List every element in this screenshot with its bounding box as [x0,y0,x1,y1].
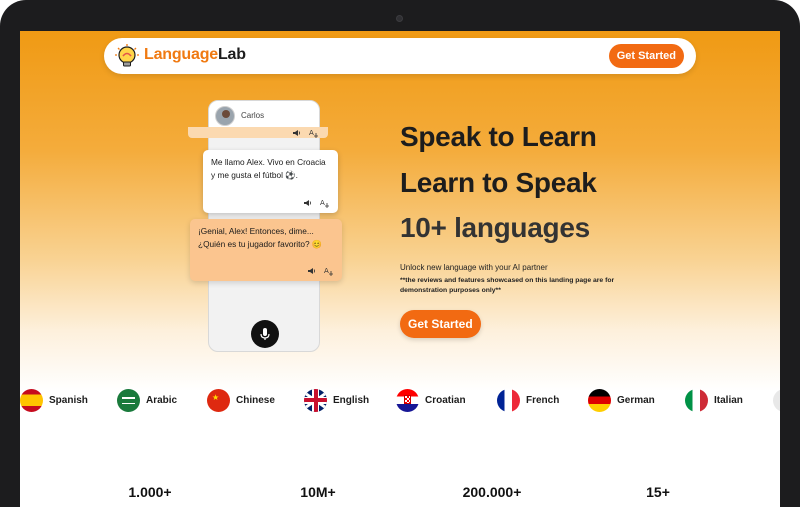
lightbulb-logo-icon [115,44,139,67]
language-name: French [526,394,560,406]
language-item-spanish[interactable]: Spanish [20,387,88,413]
top-navbar: LanguageLab Get Started [104,38,696,74]
avatar [215,106,235,126]
language-item-english[interactable]: English [304,387,369,413]
saudi-arabia-flag-icon [117,388,140,412]
hero-headline-1: Speak to Learn [400,121,597,152]
translate-icon[interactable]: A [320,198,330,208]
language-item-partial[interactable] [773,387,780,413]
france-flag-icon [497,388,520,412]
hero-disclaimer: **the reviews and features showcased on … [400,277,615,294]
brand-logo-text[interactable]: LanguageLab [144,46,246,64]
hero-get-started-button[interactable]: Get Started [400,310,481,338]
language-name: Arabic [146,394,178,406]
browser-screen: LanguageLab Get Started Carlos A Me llam… [20,31,780,507]
language-name: English [333,394,370,406]
strip-actions: A [292,128,319,138]
message-text: ¡Genial, Alex! Entonces, dime... ¿Quién … [198,226,323,249]
brand-name-part2: Lab [217,46,246,63]
microphone-icon [260,328,270,340]
germany-flag-icon [588,388,611,412]
translate-icon[interactable]: A [309,128,319,138]
language-item-french[interactable]: French [497,387,559,413]
language-name: Italian [714,394,743,406]
speaker-icon[interactable] [303,198,313,208]
language-name: Croatian [425,394,466,406]
speaker-icon[interactable] [307,266,317,276]
china-flag-icon: ★ [207,388,230,412]
chat-message-user: Me llamo Alex. Vivo en Croacia y me gust… [203,150,338,213]
italy-flag-icon [685,388,708,412]
flag-icon [773,388,780,412]
stat-value: 15+ [646,484,670,500]
language-list: Spanish Arabic ★ Chinese English Croatia… [20,387,780,413]
language-name: German [617,394,655,406]
croatia-flag-icon [396,388,419,412]
brand-name-part1: Language [144,46,218,63]
hero-headline-3: 10+ languages [400,212,590,243]
microphone-button[interactable] [251,320,279,348]
language-item-croatian[interactable]: Croatian [396,387,466,413]
nav-get-started-button[interactable]: Get Started [608,44,684,68]
spain-flag-icon [20,388,43,412]
uk-flag-icon [304,388,327,412]
language-item-italian[interactable]: Italian [685,387,743,413]
translate-icon[interactable]: A [324,266,334,276]
message-actions: A [303,198,330,208]
message-text: Me llamo Alex. Vivo en Croacia y me gust… [211,157,326,180]
svg-text:A: A [324,267,329,275]
svg-text:A: A [309,129,314,137]
chat-message-partner: ¡Genial, Alex! Entonces, dime... ¿Quién … [190,219,342,281]
language-item-german[interactable]: German [588,387,655,413]
camera-icon [396,15,403,22]
language-name: Chinese [236,394,275,406]
stat-value: 200.000+ [462,484,522,500]
message-actions: A [307,266,334,276]
language-name: Spanish [49,394,88,406]
speaker-icon[interactable] [292,128,302,138]
stat-value: 1.000+ [128,484,172,500]
stat-value: 10M+ [300,484,336,500]
language-item-chinese[interactable]: ★ Chinese [207,387,275,413]
laptop-frame: LanguageLab Get Started Carlos A Me llam… [0,0,800,507]
hero-headline-2: Learn to Speak [400,167,597,198]
hero-subtitle: Unlock new language with your AI partner [400,263,548,272]
svg-text:A: A [320,199,325,207]
contact-name: Carlos [241,111,265,120]
language-item-arabic[interactable]: Arabic [117,387,177,413]
